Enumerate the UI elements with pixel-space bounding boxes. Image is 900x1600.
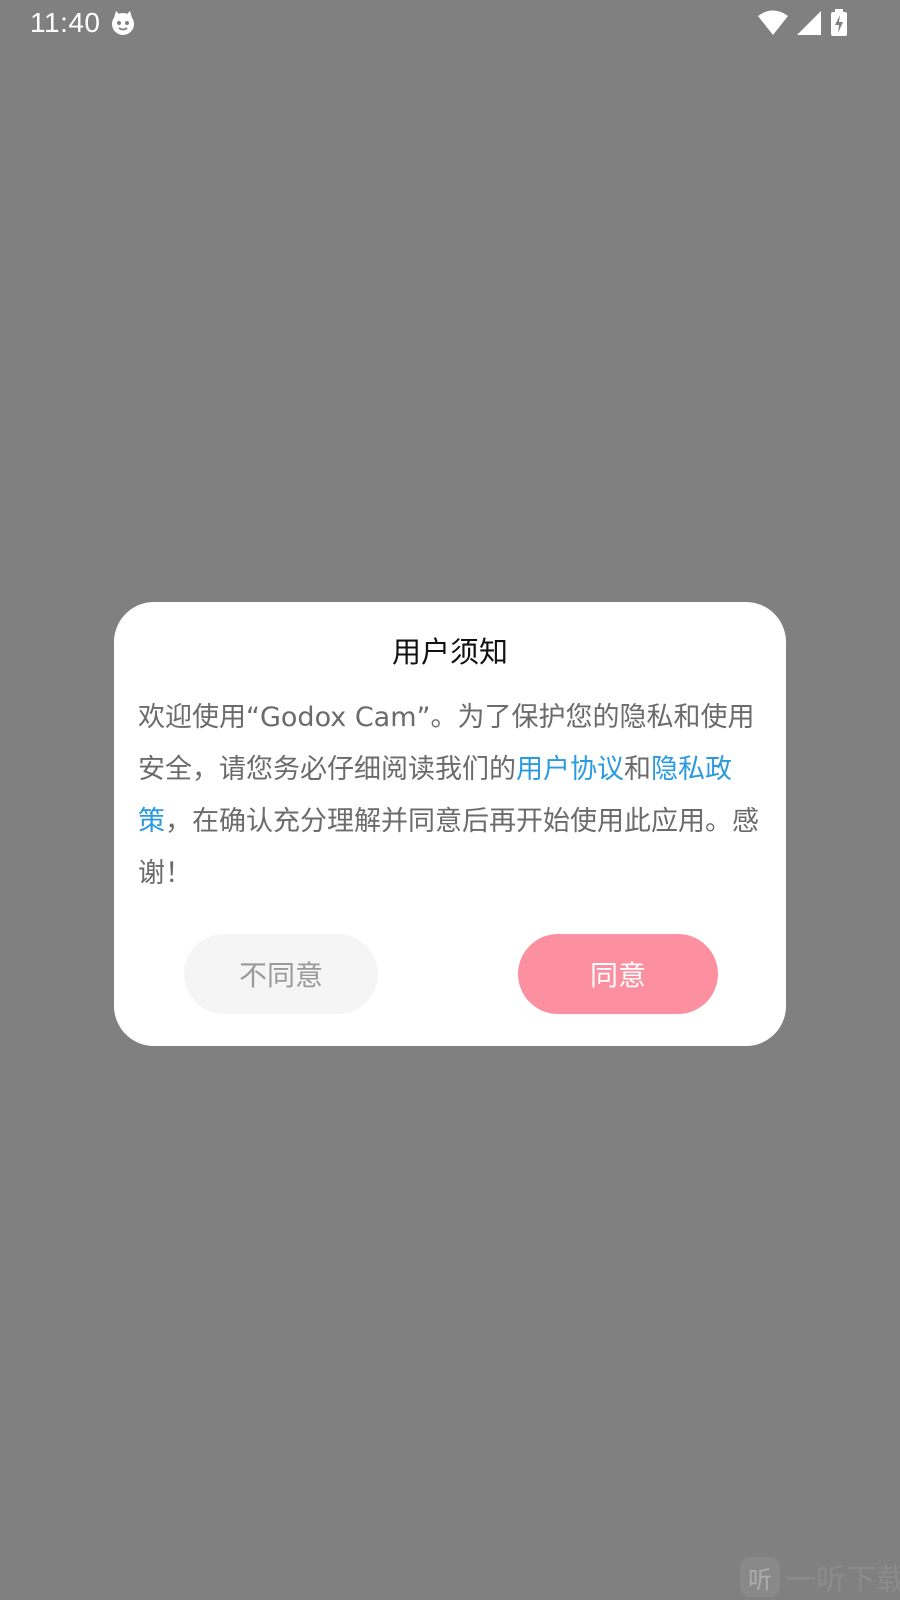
watermark: 听 一听下载 — [740, 1554, 900, 1600]
agree-button[interactable]: 同意 — [518, 934, 718, 1014]
cell-signal-icon — [797, 11, 821, 35]
user-notice-dialog: 用户须知 欢迎使用“Godox Cam”。为了保护您的隐私和使用安全，请您务必仔… — [114, 602, 786, 1046]
disagree-button[interactable]: 不同意 — [184, 934, 378, 1014]
wifi-icon — [758, 10, 788, 35]
user-agreement-link[interactable]: 用户协议 — [516, 754, 624, 785]
dialog-body: 欢迎使用“Godox Cam”。为了保护您的隐私和使用安全，请您务必仔细阅读我们… — [138, 692, 764, 900]
body-text-connector: 和 — [624, 754, 651, 785]
dialog-title: 用户须知 — [391, 635, 508, 669]
status-bar: 11:40 — [0, 0, 900, 46]
screen: 11:40 用户须知 欢迎使用“Godox Cam”。为了保护您的隐私和使用安全… — [0, 0, 900, 1600]
status-time: 11:40 — [30, 7, 101, 38]
status-icons — [758, 8, 848, 38]
watermark-text: 一听下载 — [786, 1563, 900, 1598]
watermark-logo: 听 — [740, 1557, 780, 1597]
cat-face-icon — [112, 11, 134, 35]
battery-charging-icon — [831, 9, 847, 36]
body-text-closing: ，在确认充分理解并同意后再开始使用此应用。感谢！ — [138, 806, 759, 889]
